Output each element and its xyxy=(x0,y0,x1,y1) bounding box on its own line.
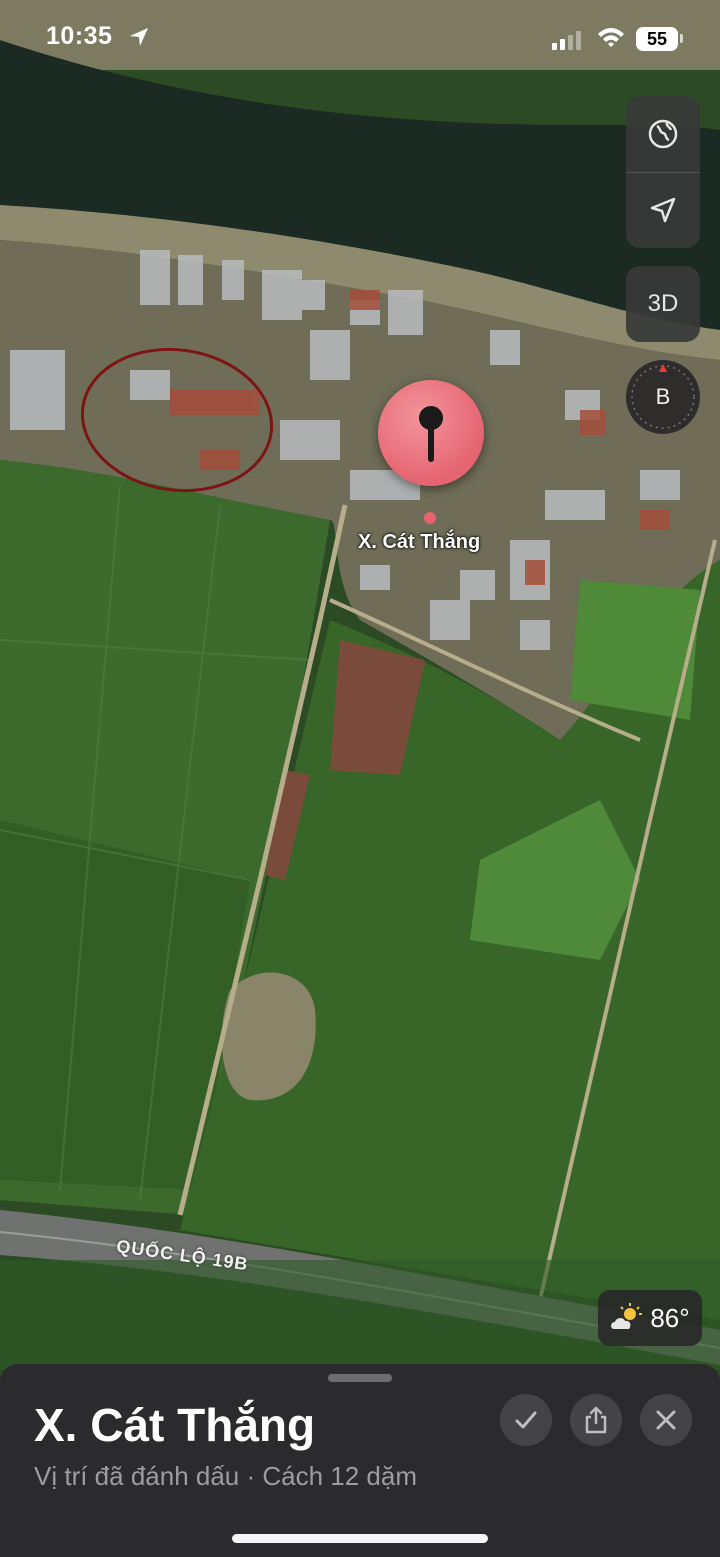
sheet-grabber[interactable] xyxy=(328,1374,392,1382)
3d-toggle-button[interactable]: 3D xyxy=(626,266,700,342)
share-button[interactable] xyxy=(570,1394,622,1446)
map-mode-button[interactable] xyxy=(626,96,700,172)
compass-button[interactable]: B xyxy=(626,360,700,434)
battery-tip xyxy=(680,34,683,43)
location-arrow-outline-icon xyxy=(650,197,676,223)
globe-icon xyxy=(648,119,678,149)
weather-temperature: 86° xyxy=(650,1302,690,1333)
pin-icon xyxy=(419,406,443,462)
place-card: X. Cát Thắng Vị trí đã đánh dấu · Cách 1… xyxy=(0,1364,720,1557)
wifi-icon xyxy=(598,28,624,47)
location-arrow-icon xyxy=(130,28,148,46)
status-time: 10:35 xyxy=(46,22,113,50)
battery-indicator: 55 xyxy=(636,27,678,51)
pin-location-dot xyxy=(424,512,436,524)
cellular-signal-icon xyxy=(552,31,581,50)
status-bar: 10:35 55 xyxy=(0,0,720,80)
dropped-pin[interactable] xyxy=(378,380,484,486)
place-title: X. Cát Thắng xyxy=(34,1399,316,1451)
checkmark-icon xyxy=(515,1411,537,1429)
weather-badge: 86° xyxy=(598,1290,702,1346)
partly-sunny-icon xyxy=(611,1303,643,1329)
share-icon xyxy=(585,1406,607,1434)
place-subtitle: Vị trí đã đánh dấu · Cách 12 dặm xyxy=(34,1461,418,1491)
pin-label: X. Cát Thắng xyxy=(358,531,481,553)
map-controls xyxy=(626,96,700,248)
checkmark-button[interactable] xyxy=(500,1394,552,1446)
home-indicator[interactable] xyxy=(232,1534,488,1543)
close-button[interactable] xyxy=(640,1394,692,1446)
close-icon xyxy=(656,1410,676,1430)
compass-direction-label: B xyxy=(655,384,671,409)
field-light-east xyxy=(570,580,700,720)
current-location-button[interactable] xyxy=(626,172,700,248)
